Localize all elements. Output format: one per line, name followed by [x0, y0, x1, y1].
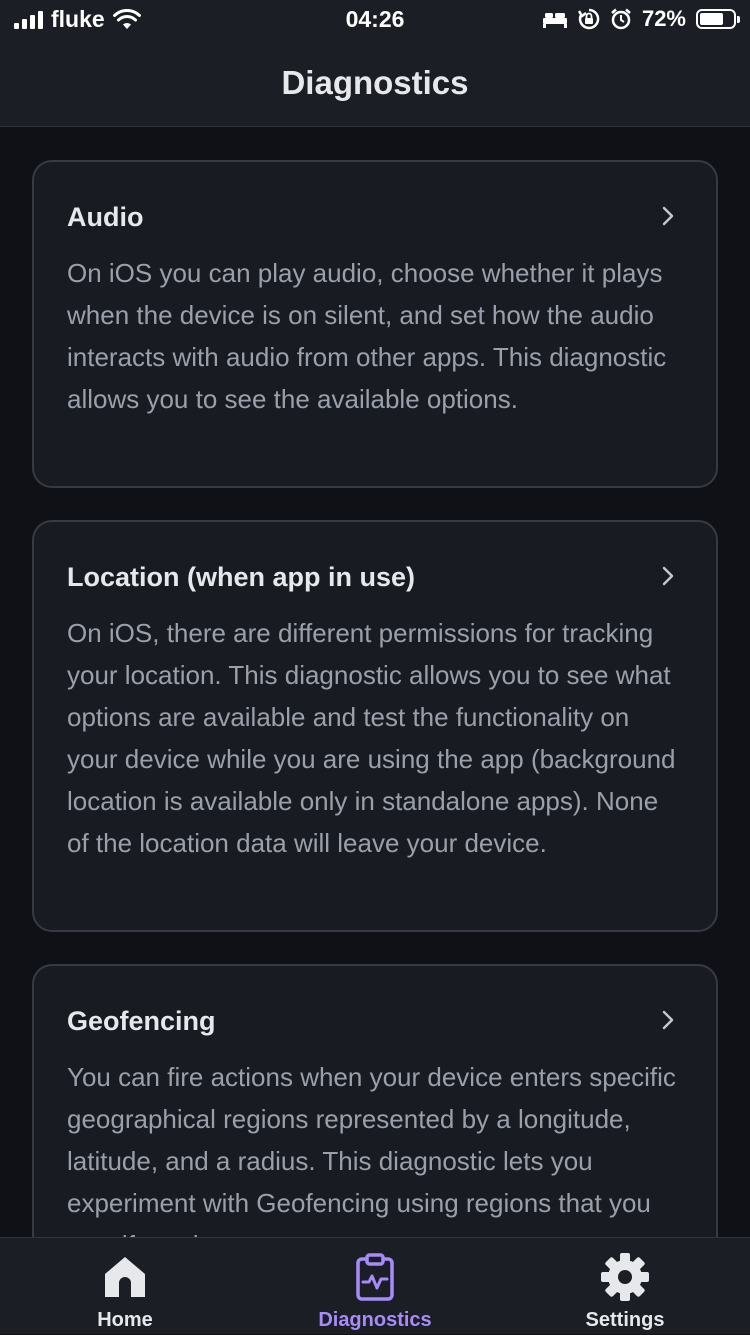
tab-diagnostics[interactable]: Diagnostics [250, 1238, 500, 1335]
status-bar: fluke 04:26 72% [0, 0, 750, 40]
card-title: Location (when app in use) [67, 562, 416, 592]
tab-label: Home [97, 1309, 153, 1331]
tab-settings[interactable]: Settings [500, 1238, 750, 1335]
navigation-header: Diagnostics [0, 40, 750, 127]
tab-home[interactable]: Home [0, 1238, 250, 1335]
status-right: 72% [542, 6, 740, 32]
page-title: Diagnostics [281, 64, 469, 101]
gear-icon [601, 1253, 649, 1301]
card-description: On iOS you can play audio, choose whethe… [67, 258, 667, 414]
card-description: On iOS, there are different permissions … [67, 618, 676, 858]
tab-label: Settings [585, 1309, 665, 1331]
card-title: Geofencing [67, 1006, 216, 1036]
home-icon [105, 1257, 145, 1297]
clipboard-pulse-icon [356, 1253, 394, 1301]
card-title: Audio [67, 202, 144, 232]
diagnostic-card-geofencing[interactable]: Geofencing You can fire actions when you… [32, 964, 718, 1237]
diagnostics-list[interactable]: Audio On iOS you can play audio, choose … [0, 127, 750, 1237]
alarm-icon [611, 8, 631, 30]
tab-label: Diagnostics [318, 1309, 432, 1331]
diagnostic-card-location[interactable]: Location (when app in use) On iOS, there… [32, 520, 718, 932]
battery-fill [700, 13, 724, 25]
card-description: You can fire actions when your device en… [67, 1062, 676, 1237]
tab-bar: Home Diagnostics Settings [0, 1237, 750, 1334]
chevron-right-icon [662, 566, 674, 586]
chevron-right-icon [662, 206, 674, 226]
chevron-right-icon [662, 1010, 674, 1030]
battery-percent: 72% [641, 6, 686, 31]
battery-icon [696, 9, 740, 29]
bed-icon [542, 13, 567, 28]
rotation-lock-icon [577, 8, 600, 30]
diagnostic-card-audio[interactable]: Audio On iOS you can play audio, choose … [32, 160, 718, 488]
